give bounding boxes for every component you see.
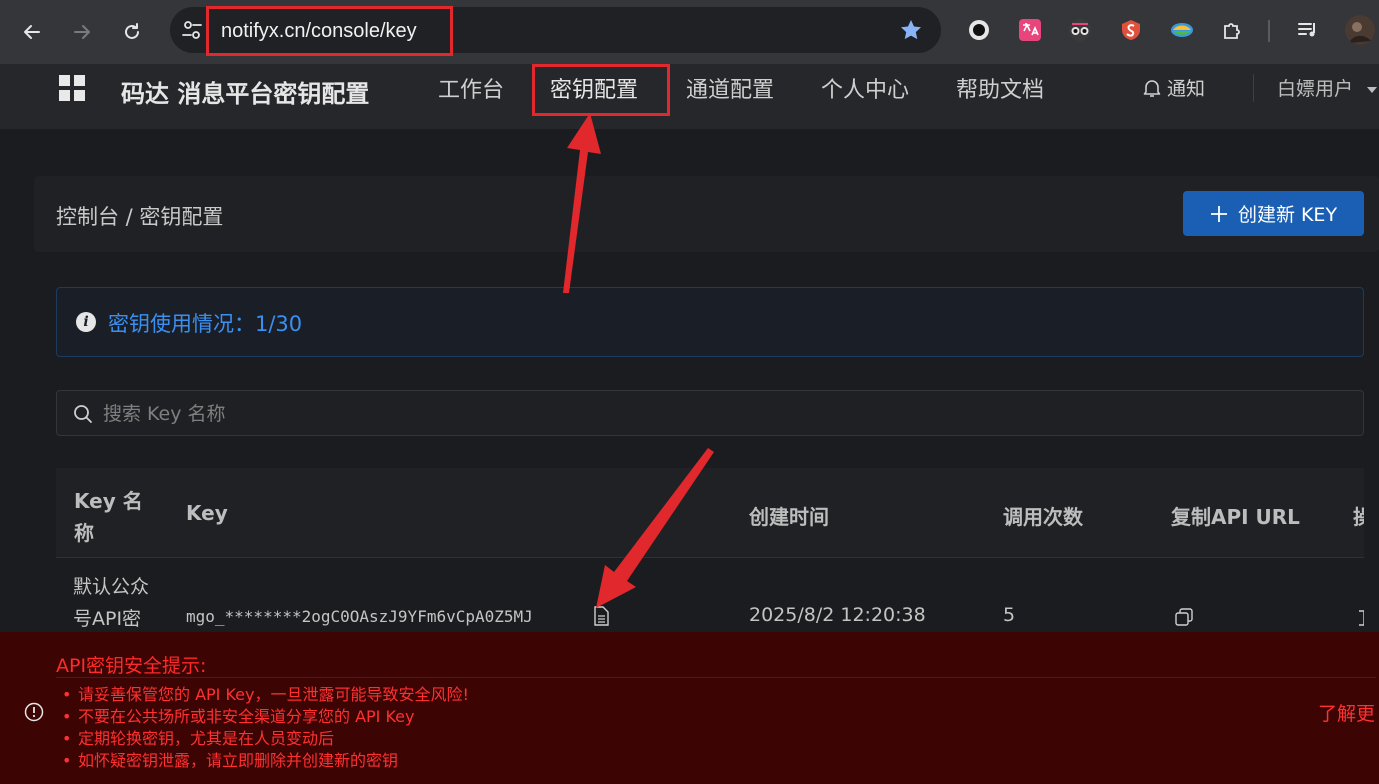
- th-key: Key: [186, 501, 228, 525]
- breadcrumb: 控制台 / 密钥配置: [56, 205, 224, 229]
- warning-divider: [56, 677, 1376, 678]
- warning-list: 请妥善保管您的 API Key，一旦泄露可能导致安全风险! 不要在公共场所或非安…: [62, 684, 469, 772]
- url-highlight: notifyx.cn/console/key: [206, 6, 453, 56]
- search-input[interactable]: [103, 401, 703, 427]
- row-key-value: mgo_********2ogC0OAszJ9YFm6vCpA0Z5MJ: [186, 607, 533, 626]
- extension-circle-icon[interactable]: [966, 17, 992, 43]
- usage-alert: i 密钥使用情况：1/30: [56, 287, 1364, 357]
- row-calls: 5: [1003, 604, 1016, 626]
- translate-extension-icon[interactable]: [1017, 17, 1043, 43]
- app-brand: 码达 消息平台密钥配置: [121, 80, 370, 108]
- row-created: 2025/8/2 12:20:38: [749, 604, 926, 626]
- warning-item: 定期轮换密钥，尤其是在人员变动后: [62, 728, 469, 750]
- app-header: 码达 消息平台密钥配置 工作台 密钥配置 通道配置 个人中心 帮助文档 通知 白…: [0, 64, 1379, 129]
- address-bar[interactable]: notifyx.cn/console/key: [170, 6, 941, 56]
- apps-grid-icon[interactable]: [59, 75, 85, 101]
- url-text[interactable]: notifyx.cn/console/key: [221, 20, 417, 43]
- forward-button[interactable]: [67, 17, 97, 47]
- alert-circle-icon: [24, 702, 44, 726]
- site-settings-icon[interactable]: [180, 18, 204, 42]
- row-name-1: 默认公众: [73, 576, 150, 598]
- globe-extension-icon[interactable]: [1169, 17, 1195, 43]
- warning-title: API密钥安全提示:: [56, 655, 207, 677]
- reload-icon: [125, 23, 139, 39]
- back-button[interactable]: [17, 17, 47, 47]
- row-name-2: 号API密: [73, 608, 142, 630]
- glasses-extension-icon[interactable]: [1067, 17, 1093, 43]
- warning-item: 不要在公共场所或非安全渠道分享您的 API Key: [62, 706, 469, 728]
- notify-label: 通知: [1167, 78, 1206, 100]
- caret-down-icon[interactable]: [1366, 80, 1378, 99]
- media-queue-icon[interactable]: [1295, 17, 1321, 43]
- nav-key-config[interactable]: 密钥配置: [550, 72, 638, 104]
- shield-extension-icon[interactable]: [1118, 17, 1144, 43]
- th-calls: 调用次数: [1003, 505, 1083, 529]
- arrow-left-icon: [24, 25, 40, 39]
- nav-channel-config[interactable]: 通道配置: [686, 72, 774, 104]
- bookmark-star-icon[interactable]: [899, 18, 923, 46]
- th-key-name-2: 称: [74, 521, 94, 545]
- puzzle-extensions-icon[interactable]: [1220, 17, 1246, 43]
- plus-icon: [1210, 205, 1227, 222]
- info-icon: i: [76, 312, 96, 332]
- breadcrumb-card: 控制台 / 密钥配置: [34, 176, 1379, 252]
- arrow-right-icon: [74, 25, 90, 39]
- toolbar-separator: [1268, 20, 1270, 42]
- th-copy-url: 复制API URL: [1171, 505, 1300, 529]
- browser-toolbar: notifyx.cn/console/key: [0, 0, 1379, 64]
- notify-button[interactable]: 通知: [1143, 74, 1205, 101]
- warning-item: 如怀疑密钥泄露，请立即删除并创建新的密钥: [62, 750, 469, 772]
- search-icon: [74, 405, 92, 423]
- table-header: Key 名 称 Key 创建时间 调用次数 复制API URL 操: [56, 468, 1364, 558]
- nav-profile[interactable]: 个人中心: [821, 72, 909, 104]
- reload-button[interactable]: [117, 17, 147, 47]
- nav-help-docs[interactable]: 帮助文档: [956, 72, 1044, 104]
- th-created: 创建时间: [749, 505, 829, 529]
- th-actions: 操: [1353, 505, 1364, 529]
- create-key-label: 创建新 KEY: [1237, 204, 1338, 226]
- th-key-name-1: Key 名: [74, 489, 143, 513]
- usage-text: 密钥使用情况：1/30: [108, 312, 303, 336]
- learn-more-link[interactable]: 了解更: [1318, 699, 1375, 726]
- copy-key-icon[interactable]: [593, 606, 609, 630]
- user-menu[interactable]: 白嫖用户: [1277, 74, 1353, 101]
- copy-url-icon[interactable]: [1175, 608, 1193, 630]
- bell-icon: [1143, 79, 1161, 97]
- row-action-icon[interactable]: [1358, 610, 1364, 626]
- nav-workbench[interactable]: 工作台: [438, 72, 504, 104]
- header-divider: [1253, 74, 1254, 102]
- search-box: [56, 390, 1364, 436]
- security-warning: API密钥安全提示: 请妥善保管您的 API Key，一旦泄露可能导致安全风险!…: [0, 632, 1379, 784]
- create-key-button[interactable]: 创建新 KEY: [1183, 191, 1364, 236]
- profile-avatar[interactable]: [1345, 15, 1375, 45]
- warning-item: 请妥善保管您的 API Key，一旦泄露可能导致安全风险!: [62, 684, 469, 706]
